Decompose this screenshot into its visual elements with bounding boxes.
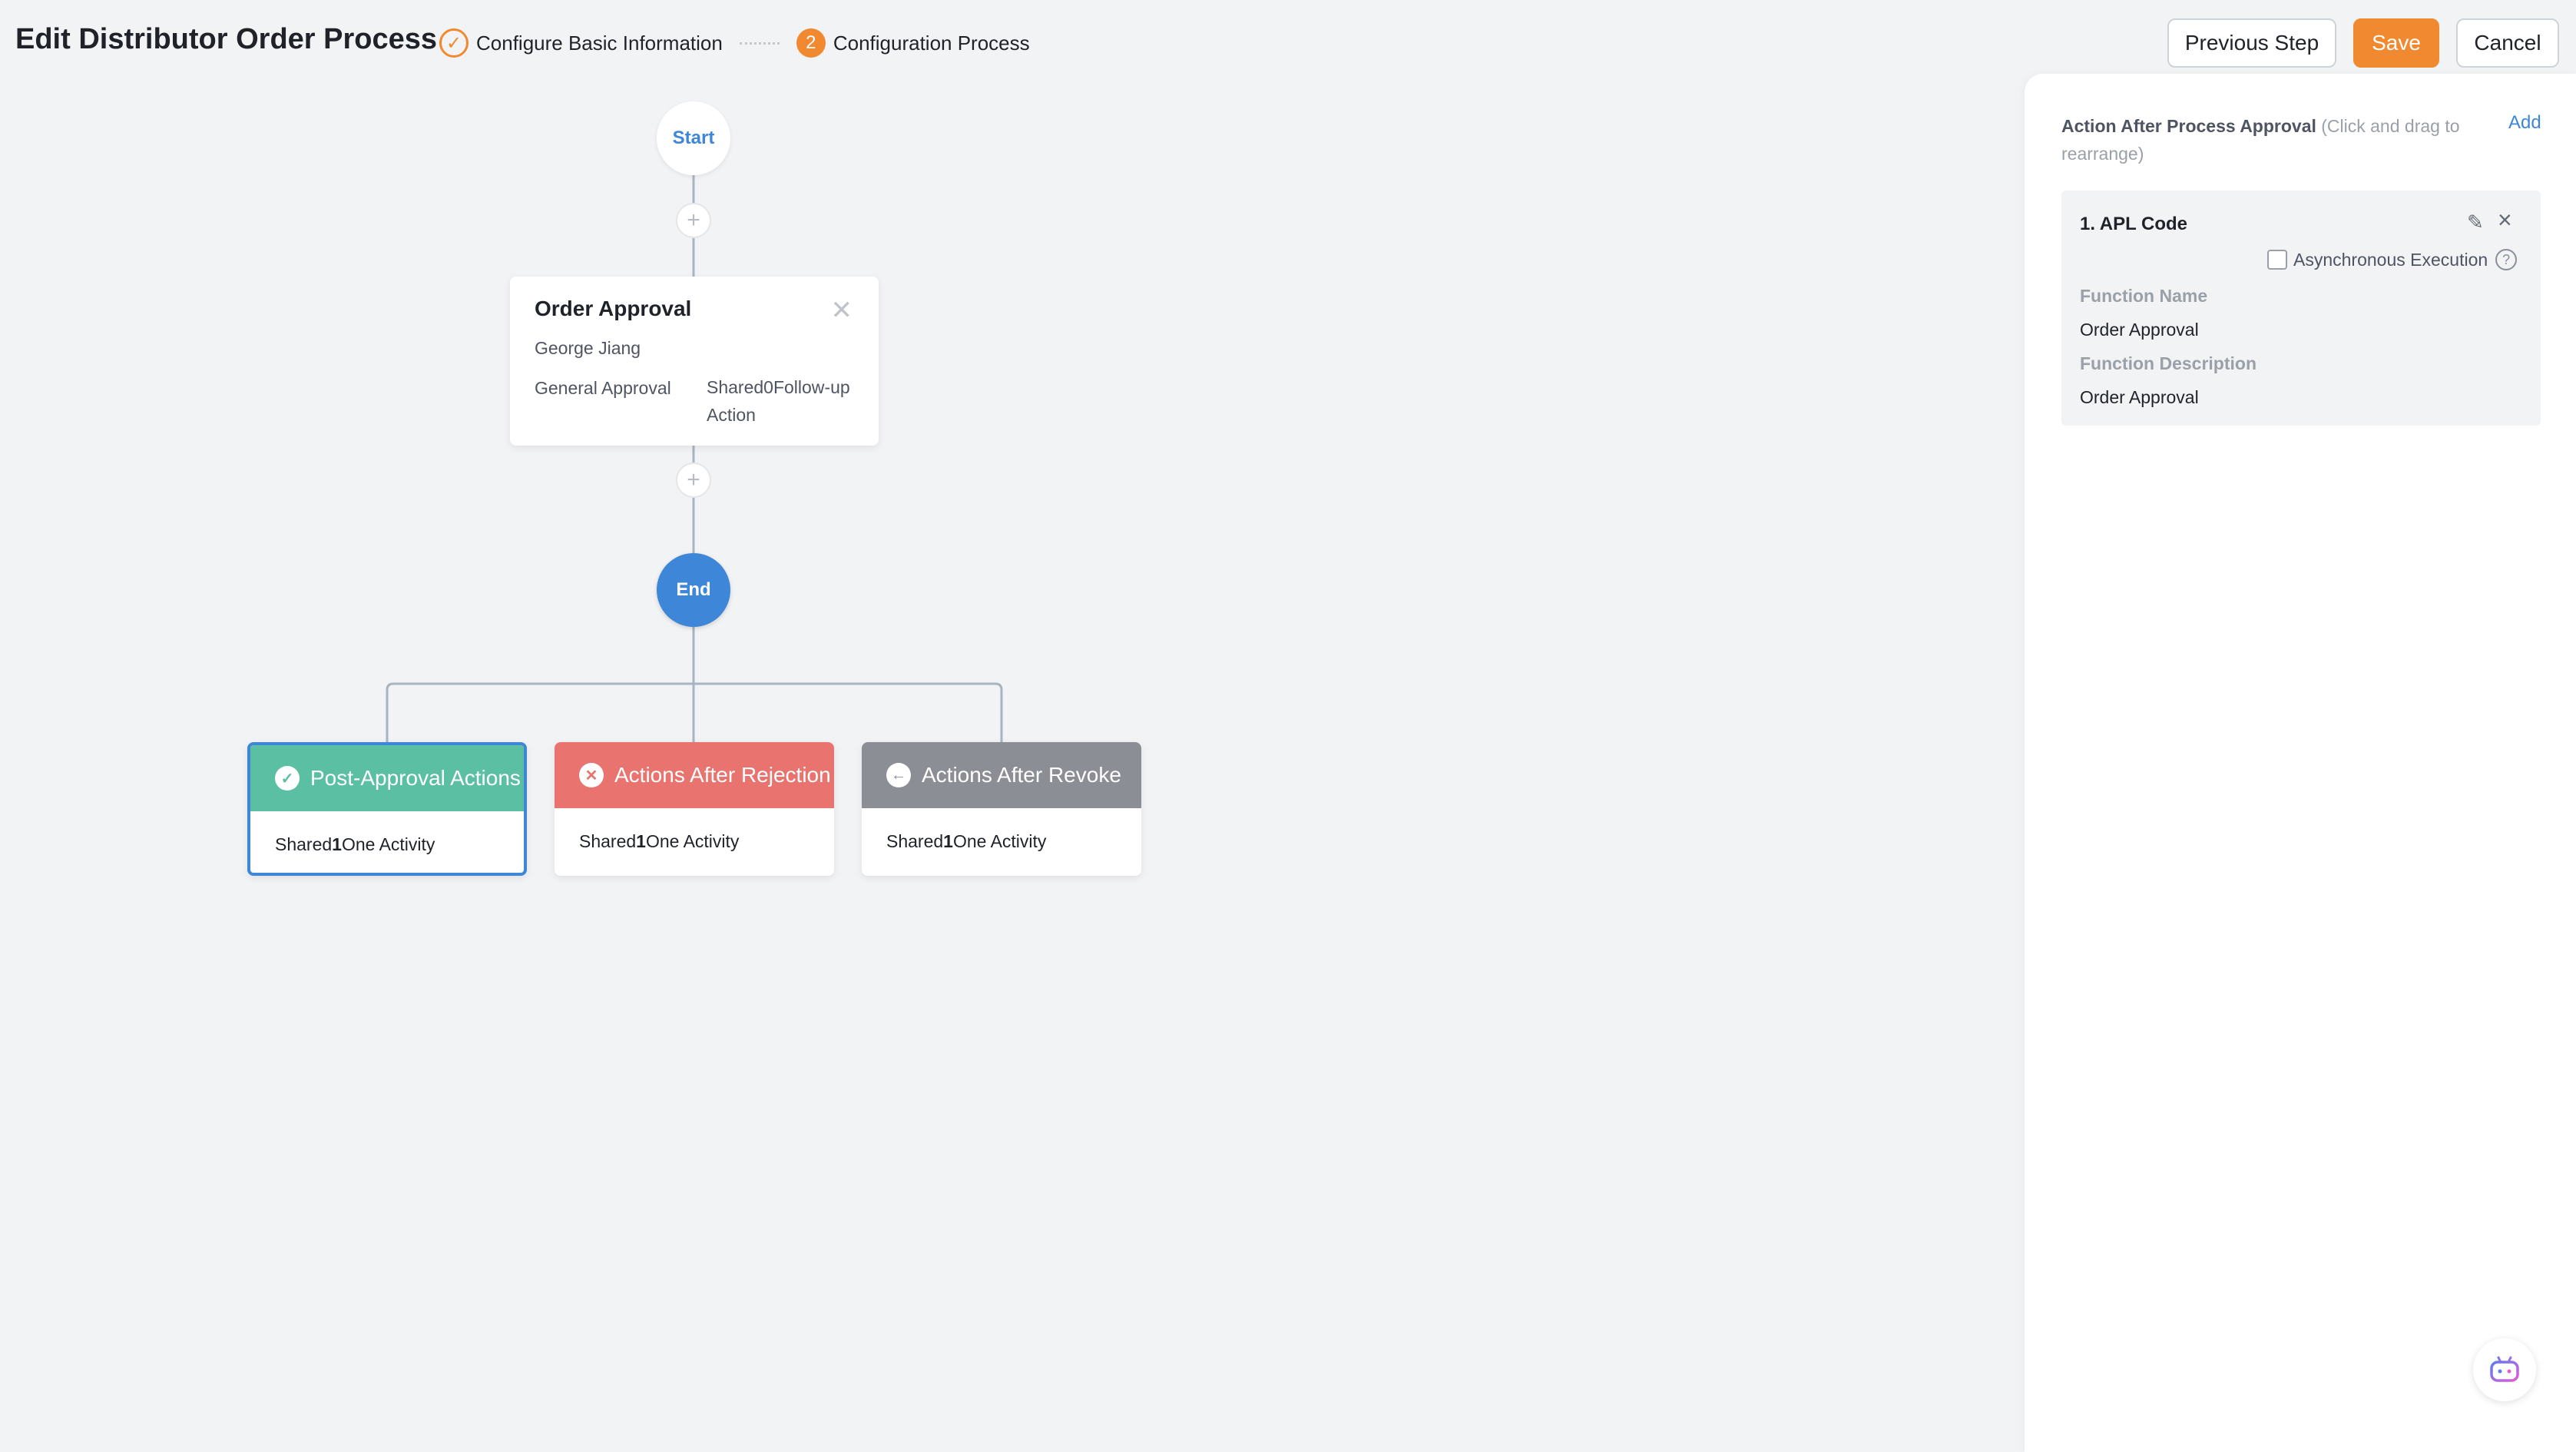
robot-icon (2490, 1356, 2519, 1382)
panel-title: Action After Process Approval (2061, 116, 2316, 136)
step-divider (739, 41, 780, 45)
page-title: Edit Distributor Order Process (15, 23, 438, 55)
function-description-value: Order Approval (2080, 387, 2199, 407)
check-icon: ✓ (439, 28, 469, 58)
flow-canvas[interactable]: Start + Order Approval ✕ George Jiang Ge… (0, 86, 2025, 1452)
add-node-button[interactable]: + (676, 203, 711, 238)
step-configure-basic-info[interactable]: ✓ Configure Basic Information (439, 28, 723, 58)
step-configuration-process[interactable]: 2 Configuration Process (796, 28, 1030, 58)
order-approval-node[interactable]: Order Approval ✕ George Jiang General Ap… (510, 277, 879, 446)
add-action-link[interactable]: Add (2508, 112, 2541, 134)
function-name-value: Order Approval (2080, 320, 2199, 340)
async-execution-option: Asynchronous Execution ? (2267, 249, 2518, 270)
async-execution-checkbox[interactable] (2267, 250, 2287, 270)
action-card-summary: Shared1One Activity (886, 831, 1047, 851)
node-assignee: George Jiang (535, 338, 641, 358)
step-label: Configuration Process (833, 31, 1030, 55)
action-card-header: ✓ Post-Approval Actions (250, 745, 524, 811)
end-node[interactable]: End (657, 553, 730, 627)
step-number: 2 (796, 28, 826, 58)
step-label: Configure Basic Information (476, 31, 723, 55)
apl-item-title: 1. APL Code (2080, 214, 2188, 234)
action-card-header: ✕ Actions After Rejection (555, 742, 834, 808)
action-card-title: Post-Approval Actions (310, 766, 521, 790)
function-description-label: Function Description (2080, 353, 2256, 373)
check-circle-icon: ✓ (275, 766, 300, 791)
action-card-title: Actions After Revoke (922, 763, 1121, 787)
async-execution-label: Asynchronous Execution (2293, 249, 2488, 270)
node-follow-up: Shared0Follow-up Action (707, 377, 850, 425)
cancel-button[interactable]: Cancel (2456, 18, 2559, 68)
action-card-summary: Shared1One Activity (275, 834, 435, 854)
add-node-button[interactable]: + (676, 462, 711, 498)
post-approval-actions-card[interactable]: ✓ Post-Approval Actions Shared1One Activ… (247, 742, 527, 876)
action-card-title: Actions After Rejection (614, 763, 831, 787)
x-circle-icon: ✕ (579, 763, 604, 787)
edit-icon[interactable]: ✎ (2467, 211, 2484, 234)
assistant-bot-button[interactable] (2473, 1338, 2536, 1401)
help-icon[interactable]: ? (2495, 249, 2518, 270)
function-name-label: Function Name (2080, 286, 2208, 306)
panel-heading: Action After Process Approval (Click and… (2061, 112, 2461, 167)
actions-after-rejection-card[interactable]: ✕ Actions After Rejection Shared1One Act… (555, 742, 834, 876)
apl-code-item[interactable]: 1. APL Code ✎ × Asynchronous Execution ?… (2061, 191, 2541, 426)
action-card-summary: Shared1One Activity (579, 831, 740, 851)
start-node[interactable]: Start (657, 101, 730, 175)
previous-step-button[interactable]: Previous Step (2167, 18, 2336, 68)
node-title: Order Approval (535, 297, 692, 320)
back-arrow-icon: ← (886, 763, 911, 787)
actions-after-revoke-card[interactable]: ← Actions After Revoke Shared1One Activi… (862, 742, 1141, 876)
close-icon[interactable]: × (2498, 206, 2512, 234)
action-card-header: ← Actions After Revoke (862, 742, 1141, 808)
close-icon[interactable]: ✕ (831, 295, 853, 326)
action-settings-panel: Action After Process Approval (Click and… (2025, 74, 2576, 1452)
steps-indicator: ✓ Configure Basic Information 2 Configur… (439, 28, 1030, 58)
save-button[interactable]: Save (2353, 18, 2439, 68)
node-approval-type: General Approval (535, 378, 671, 398)
